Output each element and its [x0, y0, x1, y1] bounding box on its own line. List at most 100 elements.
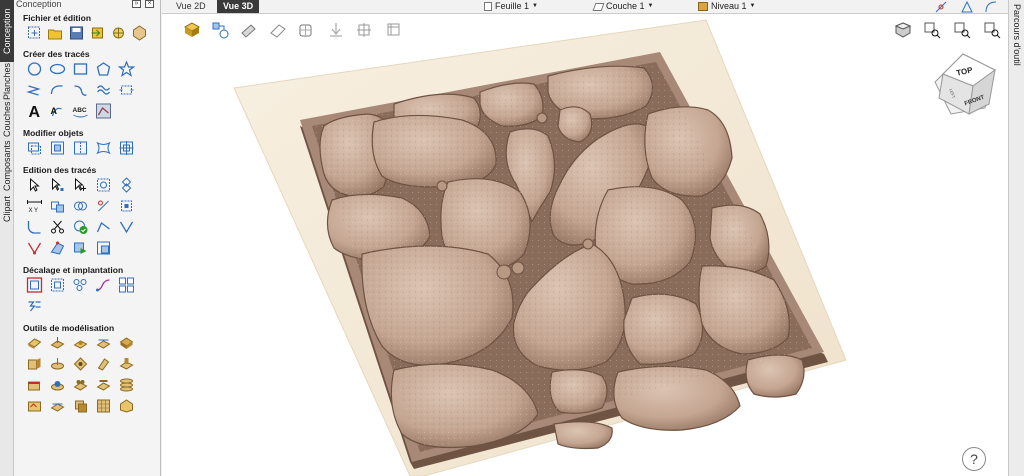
curve-offset-icon[interactable] [93, 276, 113, 294]
curve-icon[interactable] [70, 81, 90, 99]
convert-icon[interactable] [70, 239, 90, 257]
view-cube-icon[interactable] [893, 20, 913, 40]
bitmap-trace-icon[interactable] [93, 102, 113, 120]
clipart-icon[interactable] [116, 397, 136, 415]
component-icon[interactable] [47, 376, 67, 394]
transform-icon[interactable] [24, 139, 44, 157]
close-vector-icon[interactable] [47, 197, 67, 215]
zoom-in-icon[interactable] [922, 20, 942, 40]
view-cube[interactable]: TOP FRONT LEFT [933, 52, 999, 118]
distort-model-icon[interactable] [116, 376, 136, 394]
import-icon[interactable] [87, 24, 107, 42]
save-icon[interactable] [66, 24, 86, 42]
collapse-panel-button[interactable]: » [132, 0, 141, 8]
snap-tool-icon[interactable] [934, 0, 948, 14]
box-view-icon[interactable] [296, 20, 316, 40]
triangle-tool-icon[interactable] [960, 0, 974, 14]
tab-composants[interactable]: Composants [0, 138, 14, 194]
trim-icon[interactable] [93, 197, 113, 215]
mirror-icon[interactable] [70, 139, 90, 157]
offset-icon[interactable] [24, 276, 44, 294]
sculpt-icon[interactable] [70, 334, 90, 352]
sphere-icon[interactable] [129, 24, 149, 42]
extrude-icon[interactable] [47, 334, 67, 352]
dovetail-icon[interactable] [116, 276, 136, 294]
texture-icon[interactable] [24, 355, 44, 373]
emboss-icon[interactable] [24, 376, 44, 394]
fillet-icon[interactable] [24, 218, 44, 236]
offset-node-icon[interactable] [24, 239, 44, 257]
revolve-icon[interactable] [116, 334, 136, 352]
vector-texture-icon[interactable] [47, 239, 67, 257]
fade-icon[interactable] [47, 355, 67, 373]
tab-view-2d[interactable]: Vue 2D [170, 0, 212, 13]
level-selector[interactable]: Niveau 1 ▼ [698, 0, 755, 13]
text-icon[interactable]: A [24, 102, 44, 120]
flip-icon[interactable] [93, 239, 113, 257]
zoom-box-icon[interactable] [982, 20, 1002, 40]
smooth-model-icon[interactable] [70, 355, 90, 373]
distort-icon[interactable] [93, 139, 113, 157]
layer-selector[interactable]: Couche 1 ▼ [592, 0, 653, 13]
bake-icon[interactable] [93, 376, 113, 394]
border-icon[interactable] [47, 276, 67, 294]
sheet-selector[interactable]: Feuille 1 ▼ [484, 0, 538, 13]
point-tool-icon[interactable] [354, 20, 374, 40]
tab-planches[interactable]: Planches [0, 62, 14, 100]
close-panel-button[interactable]: × [145, 0, 154, 8]
node-edit-icon[interactable] [47, 176, 67, 194]
text-on-curve-icon[interactable]: A [47, 102, 67, 120]
viewport-3d[interactable]: TOP FRONT LEFT [162, 14, 1008, 476]
text-style-icon[interactable]: ABC [70, 102, 90, 120]
ellipse-icon[interactable] [47, 60, 67, 78]
tilt-icon[interactable] [93, 355, 113, 373]
measure-icon[interactable]: X Y [24, 197, 44, 215]
shape-weld-icon[interactable] [70, 397, 90, 415]
help-button[interactable]: ? [962, 447, 986, 471]
array-icon[interactable] [116, 81, 136, 99]
new-file-icon[interactable] [24, 24, 44, 42]
circle-icon[interactable] [24, 60, 44, 78]
polygon-icon[interactable] [93, 60, 113, 78]
check-icon[interactable] [70, 218, 90, 236]
star-icon[interactable] [116, 60, 136, 78]
nest-icon[interactable] [70, 276, 90, 294]
tab-conception[interactable]: Conception [0, 0, 14, 62]
component-texture-icon[interactable] [93, 397, 113, 415]
scale-icon[interactable] [47, 139, 67, 157]
wave-icon[interactable] [93, 81, 113, 99]
component-tree-icon[interactable] [210, 20, 230, 40]
node-add-icon[interactable] [70, 176, 90, 194]
export-icon[interactable] [108, 24, 128, 42]
clip-icon[interactable] [116, 355, 136, 373]
clip-view-icon[interactable] [384, 20, 404, 40]
curve-tool-icon[interactable] [984, 0, 998, 14]
render-icon[interactable] [238, 20, 258, 40]
smooth-icon[interactable] [93, 218, 113, 236]
baked-relief-icon[interactable] [47, 397, 67, 415]
drop-shadow-icon[interactable] [326, 20, 346, 40]
weld-icon[interactable] [70, 197, 90, 215]
polyline-icon[interactable] [24, 81, 44, 99]
dome-icon[interactable] [24, 397, 44, 415]
tab-toolpaths[interactable]: Parcours d'outil [1009, 0, 1024, 70]
open-file-icon[interactable] [45, 24, 65, 42]
arc-icon[interactable] [47, 81, 67, 99]
select-icon[interactable] [24, 176, 44, 194]
fit-curve-icon[interactable] [116, 218, 136, 236]
join-icon[interactable] [116, 176, 136, 194]
scissors-icon[interactable] [47, 218, 67, 236]
tab-view-3d[interactable]: Vue 3D [217, 0, 260, 13]
extend-icon[interactable] [116, 197, 136, 215]
material-icon[interactable] [268, 20, 288, 40]
align-icon[interactable] [116, 139, 136, 157]
zoom-fit-icon[interactable] [952, 20, 972, 40]
cut-icon[interactable] [93, 176, 113, 194]
shape-create-icon[interactable] [24, 334, 44, 352]
two-rail-icon[interactable] [93, 334, 113, 352]
merge-icon[interactable] [70, 376, 90, 394]
rectangle-icon[interactable] [70, 60, 90, 78]
tab-clipart[interactable]: Clipart [0, 194, 14, 224]
iso-view-icon[interactable] [182, 20, 202, 40]
tab-couches[interactable]: Couches [0, 100, 14, 138]
